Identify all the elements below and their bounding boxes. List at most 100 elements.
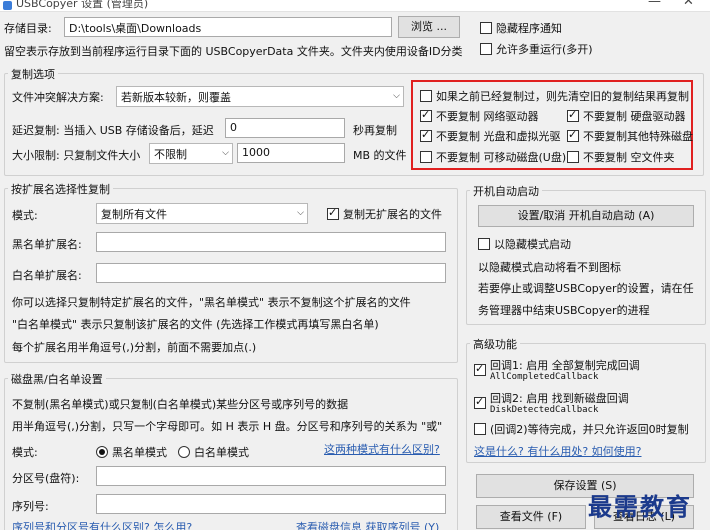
no-empty-checkbox[interactable]: 不要复制 空文件夹	[567, 149, 675, 165]
checkbox-box[interactable]	[420, 128, 432, 142]
callback2-wait-label: (回调2)等待完成，并只允许返回0时复制	[490, 423, 689, 436]
size-label: 大小限制: 只复制文件大小	[12, 149, 141, 162]
no-network-label: 不要复制 网络驱动器	[436, 110, 539, 123]
black-ext-label: 黑名单扩展名:	[12, 238, 82, 251]
radio-dot[interactable]	[178, 446, 190, 458]
ext-help-2: "白名单模式" 表示只复制该扩展名的文件 (先选择工作模式再填写黑白名单)	[12, 318, 379, 331]
mode-diff-link[interactable]: 这两种模式有什么区别?	[324, 441, 440, 457]
partition-label: 分区号(盘符):	[12, 472, 80, 485]
black-mode-radio[interactable]: 黑名单模式	[96, 444, 167, 460]
checkbox-box[interactable]	[567, 108, 579, 122]
no-optical-label: 不要复制 光盘和虚拟光驱	[436, 130, 561, 143]
title-bar: USBCopyer 设置 (管理员) — ✕	[0, 0, 710, 12]
app-icon	[3, 1, 12, 10]
autostart-note-1: 以隐藏模式启动将看不到图标	[478, 261, 621, 274]
advanced-title: 高级功能	[470, 336, 520, 352]
storage-path-input[interactable]: D:\tools\桌面\Downloads	[64, 17, 392, 37]
partition-input[interactable]	[96, 466, 446, 486]
toggle-autostart-button[interactable]: 设置/取消 开机自动启动 (A)	[478, 205, 694, 227]
ext-help-3: 每个扩展名用半角逗号(,)分割，前面不需要加点(.)	[12, 341, 257, 354]
chevron-down-icon: ⌵	[393, 91, 400, 101]
radio-dot[interactable]	[96, 446, 108, 458]
checkbox-box[interactable]	[327, 206, 339, 220]
no-optical-checkbox[interactable]: 不要复制 光盘和虚拟光驱	[420, 128, 561, 144]
white-ext-label: 白名单扩展名:	[12, 269, 82, 282]
disk-list-title: 磁盘黑/白名单设置	[8, 371, 106, 387]
disk-info-link[interactable]: 查看磁盘信息 获取序列号 (Y)	[296, 519, 439, 530]
minimize-icon[interactable]: —	[648, 0, 661, 9]
serial-diff-link[interactable]: 序列号和分区号有什么区别? 怎么用?	[12, 519, 192, 530]
ext-mode-select[interactable]: 复制所有文件 ⌵	[96, 203, 308, 224]
conflict-label: 文件冲突解决方案:	[12, 91, 104, 104]
checkbox-box[interactable]	[474, 423, 486, 435]
no-empty-label: 不要复制 空文件夹	[583, 151, 675, 164]
view-files-button[interactable]: 查看文件 (F)	[476, 505, 586, 529]
checkbox-box[interactable]	[480, 22, 492, 34]
chevron-down-icon: ⌵	[222, 148, 229, 158]
size-unit: MB 的文件	[353, 149, 407, 162]
disk-help-2: 用半角逗号(,)分割，只写一个字母即可。如 H 表示 H 盘。分区号和序列号的关…	[12, 420, 443, 433]
copy-options-title: 复制选项	[8, 66, 58, 82]
allow-multi-checkbox[interactable]: 允许多重运行(多开)	[480, 41, 593, 57]
window-title: USBCopyer 设置 (管理员)	[16, 0, 149, 10]
extension-group-title: 按扩展名选择性复制	[8, 181, 113, 197]
serial-input[interactable]	[96, 494, 446, 514]
disk-help-1: 不复制(黑名单模式)或只复制(白名单模式)某些分区号或序列号的数据	[12, 398, 349, 411]
clear-prev-checkbox[interactable]: 如果之前已经复制过，则先清空旧的复制结果再复制	[420, 88, 689, 104]
checkbox-box[interactable]	[478, 238, 490, 250]
delay-input[interactable]: 0	[225, 118, 345, 138]
ext-mode-label: 模式:	[12, 209, 38, 222]
callback1-label: 回调1: 启用 全部复制完成回调	[490, 359, 640, 372]
close-icon[interactable]: ✕	[683, 0, 694, 9]
ext-mode-value: 复制所有文件	[101, 208, 167, 221]
browse-button[interactable]: 浏览 ...	[398, 16, 460, 38]
no-hdd-checkbox[interactable]: 不要复制 硬盘驱动器	[567, 108, 686, 124]
checkbox-box[interactable]	[567, 151, 579, 163]
white-mode-label: 白名单模式	[194, 446, 249, 459]
callback1-text: 回调1: 启用 全部复制完成回调 AllCompletedCallback	[490, 357, 640, 382]
storage-label: 存储目录:	[4, 22, 52, 35]
clear-prev-label: 如果之前已经复制过，则先清空旧的复制结果再复制	[436, 90, 689, 103]
callback2-checkbox[interactable]: 回调2: 启用 找到新磁盘回调DiskDetectedCallback	[474, 390, 629, 415]
size-mode-select[interactable]: 不限制 ⌵	[149, 143, 233, 164]
white-mode-radio[interactable]: 白名单模式	[178, 444, 249, 460]
watermark-logo: 最需教育	[588, 492, 692, 521]
no-removable-label: 不要复制 可移动磁盘(U盘)	[436, 151, 567, 164]
allow-multi-label: 允许多重运行(多开)	[496, 43, 593, 56]
serial-label: 序列号:	[12, 500, 49, 513]
disk-mode-label: 模式:	[12, 446, 38, 459]
autostart-note-2: 若要停止或调整USBCopyer的设置，请在任	[478, 282, 694, 295]
hidden-start-label: 以隐藏模式启动	[494, 238, 571, 251]
autostart-title: 开机自动启动	[470, 183, 542, 199]
size-limit-input[interactable]: 1000	[237, 143, 345, 163]
callback1-name: AllCompletedCallback	[490, 372, 599, 382]
checkbox-box[interactable]	[420, 108, 432, 122]
size-mode-value: 不限制	[154, 148, 187, 161]
checkbox-box[interactable]	[420, 151, 432, 163]
advanced-help-link[interactable]: 这是什么? 有什么用处? 如何使用?	[474, 443, 642, 459]
delay-unit: 秒再复制	[353, 124, 397, 137]
autostart-note-3: 务管理器中结束USBCopyer的进程	[478, 304, 650, 317]
hide-notify-checkbox[interactable]: 隐藏程序通知	[480, 20, 562, 36]
no-special-label: 不要复制其他特殊磁盘	[583, 130, 693, 143]
no-removable-checkbox[interactable]: 不要复制 可移动磁盘(U盘)	[420, 149, 566, 165]
ext-help-1: 你可以选择只复制特定扩展名的文件，"黑名单模式" 表示不复制这个扩展名的文件	[12, 296, 411, 309]
callback2-label: 回调2: 启用 找到新磁盘回调	[490, 392, 629, 405]
hidden-start-checkbox[interactable]: 以隐藏模式启动	[478, 236, 571, 252]
callback1-checkbox[interactable]: 回调1: 启用 全部复制完成回调AllCompletedCallback	[474, 357, 640, 382]
checkbox-box[interactable]	[480, 43, 492, 55]
checkbox-box[interactable]	[567, 128, 579, 142]
white-ext-input[interactable]	[96, 263, 446, 283]
black-mode-label: 黑名单模式	[112, 446, 167, 459]
no-special-checkbox[interactable]: 不要复制其他特殊磁盘	[567, 128, 693, 144]
callback2-name: DiskDetectedCallback	[490, 405, 599, 415]
callback2-wait-checkbox[interactable]: (回调2)等待完成，并只允许返回0时复制	[474, 421, 689, 437]
checkbox-box[interactable]	[474, 362, 486, 376]
checkbox-box[interactable]	[474, 395, 486, 409]
conflict-select[interactable]: 若新版本较新，则覆盖 ⌵	[116, 86, 404, 107]
copy-noext-checkbox[interactable]: 复制无扩展名的文件	[327, 206, 442, 222]
black-ext-input[interactable]	[96, 232, 446, 252]
callback2-text: 回调2: 启用 找到新磁盘回调 DiskDetectedCallback	[490, 390, 629, 415]
no-network-checkbox[interactable]: 不要复制 网络驱动器	[420, 108, 539, 124]
checkbox-box[interactable]	[420, 90, 432, 102]
